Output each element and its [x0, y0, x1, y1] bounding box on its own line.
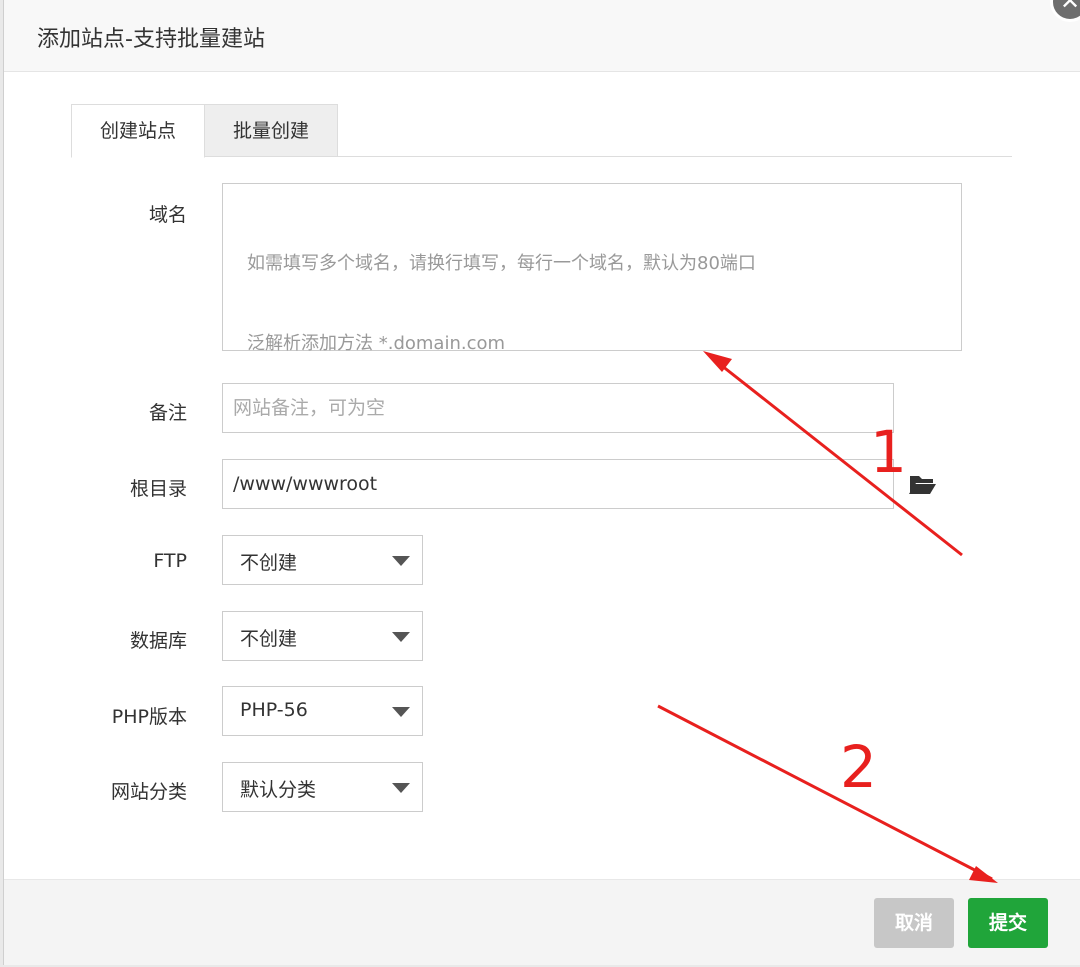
database-select[interactable]: 不创建 — [222, 611, 423, 661]
dialog-title: 添加站点-支持批量建站 — [37, 27, 265, 52]
tab-bar: 创建站点 批量创建 — [71, 104, 1012, 158]
database-selected-value: 不创建 — [240, 628, 298, 650]
domain-textarea[interactable]: 如需填写多个域名，请换行填写，每行一个域名，默认为80端口 泛解析添加方法 *.… — [222, 183, 962, 434]
root-dir-label: 根目录 — [129, 478, 187, 500]
chevron-down-icon — [392, 707, 410, 717]
chevron-down-icon — [392, 783, 410, 793]
remark-label: 备注 — [148, 402, 187, 424]
root-dir-input[interactable] — [222, 459, 894, 509]
cancel-button[interactable]: 取消 — [874, 898, 954, 948]
chevron-down-icon — [392, 556, 410, 566]
add-site-dialog: 添加站点-支持批量建站 创建站点 批量创建 域名 如需填写多个域名，请换行填写，… — [3, 0, 1080, 965]
php-selected-value: PHP-56 — [240, 699, 308, 721]
ftp-select[interactable]: 不创建 — [222, 535, 423, 585]
annotation-number-1: 1 — [870, 418, 907, 486]
domain-placeholder-line-2: 泛解析添加方法 *.domain.com — [247, 333, 506, 354]
tab-batch-create[interactable]: 批量创建 — [205, 104, 338, 157]
database-label: 数据库 — [129, 630, 187, 652]
php-version-label: PHP版本 — [111, 706, 187, 728]
folder-open-icon[interactable] — [909, 473, 937, 495]
ftp-label: FTP — [153, 550, 187, 572]
tab-create-site[interactable]: 创建站点 — [71, 104, 205, 158]
dialog-footer: 取消 提交 — [4, 879, 1080, 965]
chevron-down-icon — [392, 632, 410, 642]
submit-button[interactable]: 提交 — [968, 898, 1048, 948]
remark-input[interactable] — [222, 383, 894, 433]
domain-label: 域名 — [148, 204, 187, 226]
site-category-label: 网站分类 — [110, 781, 187, 803]
domain-placeholder-line-1: 如需填写多个域名，请换行填写，每行一个域名，默认为80端口 — [247, 253, 756, 274]
ftp-selected-value: 不创建 — [240, 552, 298, 574]
category-selected-value: 默认分类 — [240, 779, 317, 801]
php-version-select[interactable]: PHP-56 — [222, 686, 423, 736]
site-category-select[interactable]: 默认分类 — [222, 762, 423, 812]
dialog-header: 添加站点-支持批量建站 — [4, 0, 1080, 72]
annotation-number-2: 2 — [840, 733, 877, 801]
